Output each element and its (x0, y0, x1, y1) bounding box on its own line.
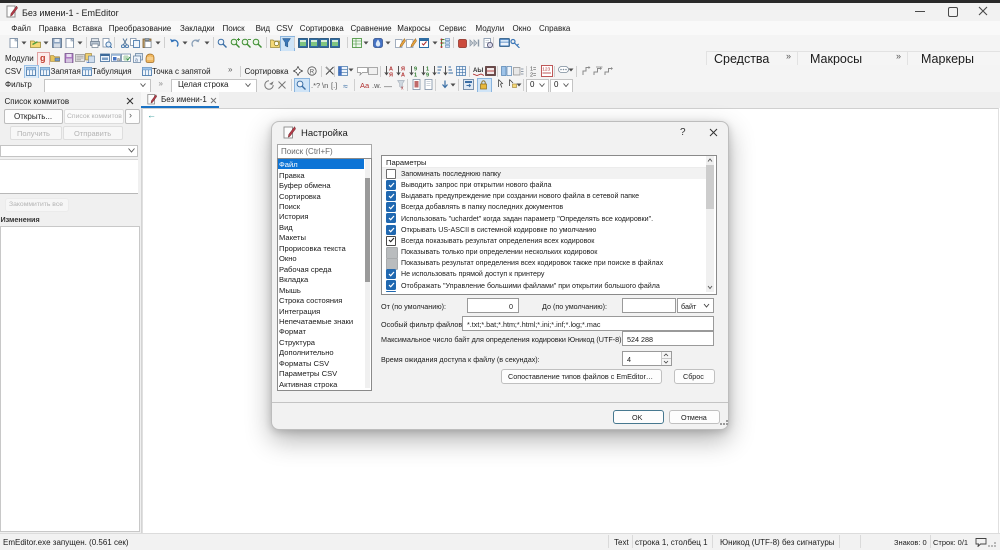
svg-text:x: x (401, 86, 404, 91)
svg-text:1: 1 (414, 73, 417, 78)
svg-text:123: 123 (542, 67, 550, 73)
svg-text:АЫ: АЫ (473, 68, 483, 74)
svg-text:А: А (401, 73, 405, 78)
svg-text:R: R (310, 69, 315, 75)
svg-text:9: 9 (426, 73, 429, 78)
svg-text:Я: Я (389, 73, 393, 78)
svg-text:a: a (117, 57, 120, 63)
svg-text:a: a (135, 58, 138, 64)
svg-text:2=: 2= (530, 73, 536, 78)
